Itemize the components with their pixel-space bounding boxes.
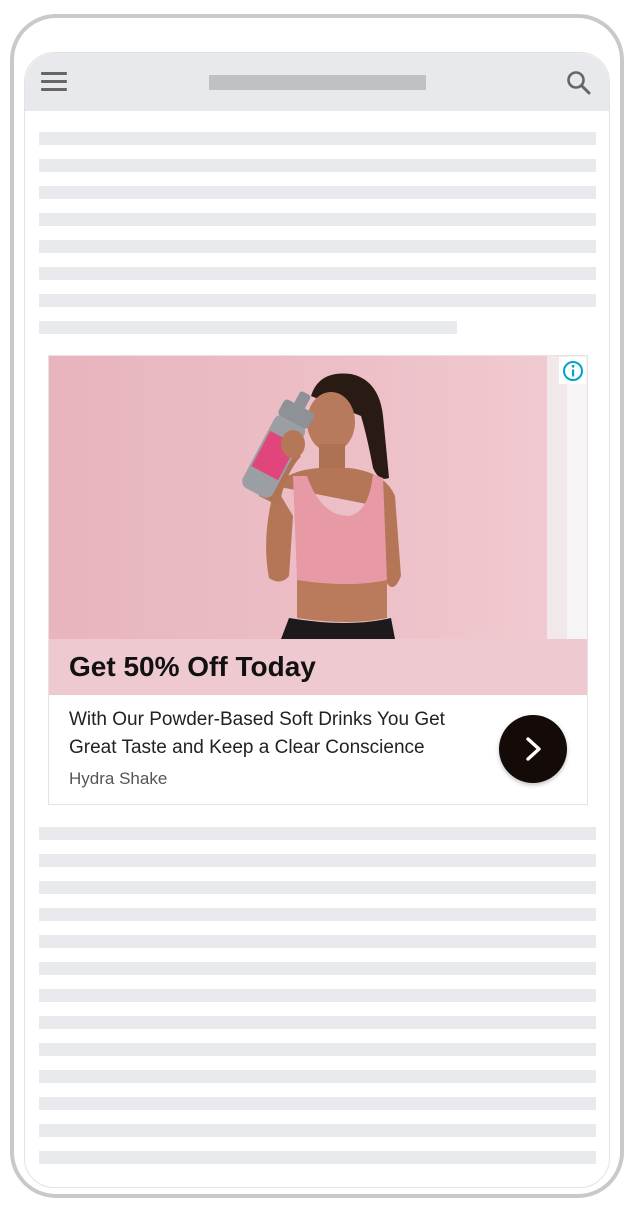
text-line-placeholder [39, 908, 596, 921]
ad-image[interactable] [49, 356, 587, 639]
text-line-placeholder [39, 240, 596, 253]
ad-info-icon[interactable] [559, 357, 586, 384]
text-line-placeholder [39, 989, 596, 1002]
article-text-placeholder-bottom [39, 827, 596, 1178]
text-line-placeholder [39, 321, 457, 334]
text-line-placeholder [39, 186, 596, 199]
ad-headline-band: Get 50% Off Today [49, 639, 587, 695]
ad-headline[interactable]: Get 50% Off Today [69, 651, 316, 683]
chevron-right-icon [526, 737, 541, 761]
text-line-placeholder [39, 1097, 596, 1110]
text-line-placeholder [39, 1043, 596, 1056]
text-line-placeholder [39, 1016, 596, 1029]
top-bar [25, 53, 609, 111]
ad-cta-button[interactable] [499, 715, 567, 783]
text-line-placeholder [39, 267, 596, 280]
text-line-placeholder [39, 827, 596, 840]
text-line-placeholder [39, 854, 596, 867]
text-line-placeholder [39, 881, 596, 894]
text-line-placeholder [39, 962, 596, 975]
text-line-placeholder [39, 1070, 596, 1083]
ad-brand-name[interactable]: Hydra Shake [69, 769, 167, 789]
text-line-placeholder [39, 935, 596, 948]
ad-description[interactable]: With Our Powder-Based Soft Drinks You Ge… [69, 706, 479, 762]
text-line-placeholder [39, 294, 596, 307]
text-line-placeholder [39, 1124, 596, 1137]
text-line-placeholder [39, 213, 596, 226]
search-icon[interactable] [565, 69, 593, 97]
advertisement-card[interactable]: Get 50% Off Today With Our Powder-Based … [48, 355, 588, 805]
article-text-placeholder-top [39, 132, 596, 348]
page-title-placeholder [209, 75, 426, 90]
text-line-placeholder [39, 132, 596, 145]
text-line-placeholder [39, 159, 596, 172]
text-line-placeholder [39, 1151, 596, 1164]
hamburger-menu-icon[interactable] [41, 72, 69, 94]
phone-screen: Get 50% Off Today With Our Powder-Based … [24, 52, 610, 1188]
